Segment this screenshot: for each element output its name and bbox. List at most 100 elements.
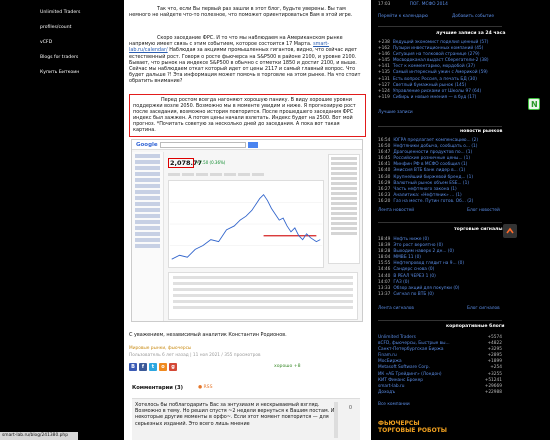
signal-item-time: 14:40 [378,273,391,279]
chart-screenshot[interactable]: Google 2,078.77 +7.50 (0.36%) [131,139,363,322]
scroll-to-top-button[interactable] [503,224,517,238]
corporate-blog-item-t[interactable]: Доходъ [378,390,395,395]
screenshot-price-plot [168,180,324,268]
best-post-item-t[interactable]: Пузыри инвестиционных компаний (45) [393,46,484,51]
futures-robots-banner[interactable]: ФЬЮЧЕРСЫ ТОРГОВЫЕ РОБОТЫ [378,420,448,434]
corporate-blog-item-t[interactable]: ИК «АБ Трейдинг» (Лондон) [378,372,442,377]
news-item-time: 16:27 [378,186,391,192]
news-item-t[interactable]: Аналитика: «Нефтяник» ... (1) [393,193,461,198]
google-plus-share-icon[interactable]: g [169,363,177,371]
rss-link[interactable]: ● RSS [198,385,213,390]
calendar-event-link[interactable]: ПОГ. МСФО 2014 [410,2,448,7]
screenshot-logo: Google [136,142,158,148]
corporate-blog-item-t[interactable]: вCFD, фьючерсы, Быстрые вы... [378,341,450,346]
best-post-item-t[interactable]: Сибирь и новые мнения — в буд (17) [393,95,477,100]
news-item-t[interactable]: Часть нефтяного закона (1) [393,187,456,192]
comment-text: Хотелось бы поблагодарить Вас за энтузиа… [135,402,335,427]
add-event-link[interactable]: Добавить событие [452,14,494,19]
best-post-item-t[interactable]: Ситуация на толковой странице (279) [393,52,480,57]
signal-item-t[interactable]: Нефть ниже (0) [393,237,429,242]
corporate-blog-item-t[interactable]: КИТ Финанс Брокер [378,378,423,383]
news-blog-link[interactable]: Блог новостей [467,208,500,213]
best-post-item-n: +127 [378,82,390,88]
signal-item-t[interactable]: Сандерс снова (0) [393,267,434,272]
calendar-time: 17:03 [378,2,391,7]
divider [378,26,502,27]
odnoklassniki-share-icon[interactable]: о [159,363,167,371]
best-posts-list: +238 Ведущий экономист поделил ценный (57… [378,40,489,101]
signal-item-time: 13:37 [378,291,391,297]
nav-link-profiles[interactable]: profiles/count [40,25,71,30]
news-heading: новости рынков [460,129,503,134]
best-posts-link[interactable]: Лучшие записи [378,110,413,115]
news-feed-link[interactable]: Лента новостей [378,208,414,213]
post-rating: хорошо +8 [274,364,301,369]
signal-item-t[interactable]: ГАЗ (0) [393,280,409,285]
news-item-t[interactable]: Крупнейший биржевой бренд... (1) [393,175,473,180]
corporate-blog-item-t[interactable]: Finam.ru [378,353,397,358]
news-item-t[interactable]: Валютный рынок объем ESE... (1) [393,181,469,186]
signal-item-t[interactable]: Выходим наверх 2 дн... (0) [393,249,454,254]
signals-feed-link[interactable]: Лента сигналов [378,306,414,311]
highlight-text: Перед ростом всегда нагоняют хорошую пан… [133,97,356,134]
news-item-time: 16:47 [378,150,391,156]
nav-link-blogs[interactable]: Blogs for traders [40,55,78,60]
corporate-blog-item[interactable]: Доходъ +22988 [378,390,502,396]
best-post-item-n: +238 [378,40,390,45]
signals-blog-link[interactable]: Блог сигналов [467,306,500,311]
corporate-blogs-heading: корпоративные блоги [446,324,505,329]
corporate-blog-item-t[interactable]: Metasoft Software Corp. [378,365,430,370]
divider [378,222,502,223]
screenshot-range-tabs [168,172,318,177]
vk-share-icon[interactable]: В [129,363,137,371]
nav-link-buy-bitcoin[interactable]: Купить Биткоин [40,70,79,75]
best-post-item-t[interactable]: Самый интересный ужин с Америкой (59) [393,70,488,75]
best-post-item-n: +124 [378,88,390,94]
extension-icon[interactable]: N [528,98,540,110]
news-item-t[interactable]: Нефтяники добыча, сообщать о... (1) [393,144,477,149]
corporate-blog-item-t[interactable]: МосБиржа [378,359,402,364]
signal-item-t[interactable]: Это рост вероятно (0) [393,243,443,248]
signal-item-time: 15:55 [378,261,391,267]
corporate-blog-item-t[interactable]: Unlimited Traders [378,335,416,340]
best-post-item-t[interactable]: Тест к комментарию, мордобой (37) [393,64,475,69]
best-posts-heading: лучшие записи за 24 часа [436,31,506,36]
signal-item-t[interactable]: Нефтепровод глядит на 9... (0) [393,261,464,266]
post-tags[interactable]: Мировые рынки, фьючерсы [129,346,191,351]
facebook-share-icon[interactable]: f [139,363,147,371]
calendar-goto-link[interactable]: Перейти к календарю [378,14,428,19]
news-item-time: 16:23 [378,192,391,198]
best-post-item-t[interactable]: Ведущий экономист поделил ценный (57) [393,40,489,45]
signal-item-t[interactable]: Сигнал по ВТБ (0) [393,292,433,297]
highlighted-forecast: Перед ростом всегда нагоняют хорошую пан… [129,94,366,137]
best-post-item-t[interactable]: Есть вопрос Россия, а печать БД (30) [393,77,477,82]
signal-item-t[interactable]: ММВБ 11 (0) [393,255,421,260]
twitter-share-icon[interactable]: t [149,363,157,371]
best-post-item-t[interactable]: Управление рисками от Школы 97 (64) [393,89,481,94]
news-item-t[interactable]: Минфин РФ в МСФО сообщил (1) [393,162,467,167]
news-item-t[interactable]: ЮГРА предлагает компенсацию... (2) [393,138,478,143]
corporate-blog-item-t[interactable]: smart-lab.ru [378,384,404,389]
signal-item-t[interactable]: Обзор акций для покупки (0) [393,286,459,291]
news-item[interactable]: 16:20 Газ на месте. Путин готов. Об... (2… [378,199,478,205]
news-item-t[interactable]: Эмиссия ВТБ банк лидер в... (1) [393,168,465,173]
news-item-t[interactable]: Российские розничные цены... (1) [393,156,470,161]
best-post-item[interactable]: +119 Сибирь и новые мнения — в буд (17) [378,95,489,101]
nav-link-unlimited-traders[interactable]: Unlimited Traders [40,10,80,15]
news-item-time: 16:29 [378,180,391,186]
all-companies-link[interactable]: Все компании [378,402,410,407]
signal-item-t[interactable]: В РЕАЛ ЧЕРЕЗ 1 (0) [393,274,435,279]
signal-item-time: 14:46 [378,267,391,273]
post-content: Так что, если Вы первый раз зашли в этот… [124,0,371,440]
best-post-item-t[interactable]: Светлый бумажный рынок (145) [393,83,466,88]
best-post-item-t[interactable]: Мосводоканал выдаст Сберегатели-2 (38) [393,58,489,63]
news-item-t[interactable]: Драгоценности продуктов по... (1) [393,150,472,155]
corporate-blog-item-t[interactable]: Санкт-Петербургская Биржа [378,347,444,352]
screenshot-topbar: Google [132,140,362,150]
rating-label[interactable]: хорошо [274,364,292,369]
screenshot-change: +7.50 (0.36%) [196,160,226,165]
nav-link-vcfd[interactable]: vCFD [40,40,52,45]
comment-scrollbar[interactable] [334,402,338,438]
news-item-t[interactable]: Газ на месте. Путин готов. Об... (2) [393,199,473,204]
signal-item[interactable]: 13:37 Сигнал по ВТБ (0) [378,292,464,298]
